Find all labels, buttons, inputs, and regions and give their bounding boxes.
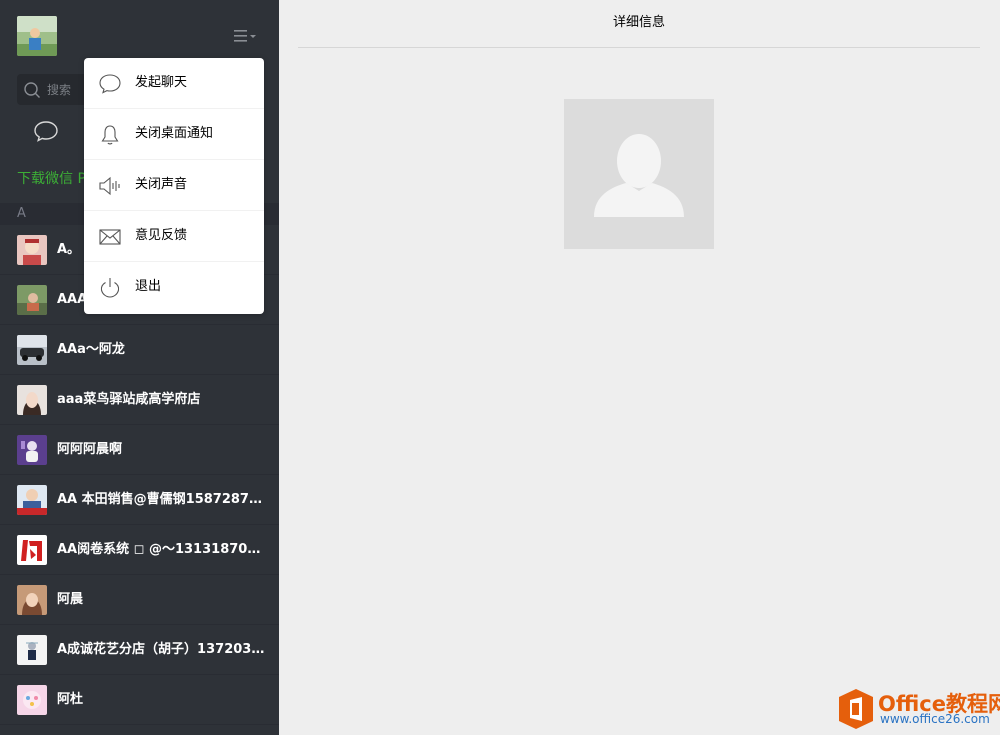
contact-avatar [17, 685, 47, 715]
watermark-url: www.office26.com [880, 712, 990, 726]
contact-avatar [17, 535, 47, 565]
menu-item-label: 发起聊天 [135, 75, 188, 90]
menu-item-label: 意见反馈 [135, 228, 188, 243]
contact-item[interactable]: 阿杜 [0, 675, 279, 725]
contact-item[interactable]: AA 本田销售@曹儒钢15872871122 [0, 475, 279, 525]
user-silhouette-icon [594, 134, 684, 217]
my-avatar[interactable] [17, 16, 57, 56]
contact-name: aaa菜鸟驿站咸高学府店 [57, 392, 201, 407]
contact-avatar [17, 435, 47, 465]
contact-name: A成诚花艺分店（胡子）1372033... [57, 642, 267, 657]
speaker-icon [99, 176, 120, 196]
contact-name: 阿阿阿晨啊 [57, 442, 123, 457]
contact-avatar [17, 285, 47, 315]
contact-name: AA阅卷系统 ◻ @～13131870885 [57, 542, 267, 557]
power-icon [100, 278, 120, 298]
contact-avatar [17, 235, 47, 265]
tab-chat[interactable] [33, 119, 59, 143]
menu-item-mute-sound[interactable]: 关闭声音 [84, 160, 264, 211]
menu-item-label: 关闭桌面通知 [135, 126, 214, 141]
contact-avatar [17, 635, 47, 665]
contact-avatar [17, 485, 47, 515]
chat-icon [34, 121, 58, 142]
menu-item-label: 关闭声音 [135, 177, 188, 192]
contact-item[interactable]: 阿阿阿晨啊 [0, 425, 279, 475]
contact-avatar [17, 385, 47, 415]
profile-placeholder [564, 99, 714, 249]
contact-item[interactable]: AAa～阿龙 [0, 325, 279, 375]
menu-icon [234, 30, 256, 42]
menu-item-logout[interactable]: 退出 [84, 262, 264, 313]
watermark: Office教程网 www.office26.com [834, 684, 1000, 735]
download-wechat-link[interactable]: 下载微信 P [17, 168, 86, 188]
contact-item[interactable]: aaa菜鸟驿站咸高学府店 [0, 375, 279, 425]
menu-item-desktop-notify[interactable]: 关闭桌面通知 [84, 109, 264, 160]
bell-icon [101, 125, 119, 145]
office-logo-icon [839, 689, 873, 729]
menu-toggle-button[interactable] [230, 27, 258, 45]
page-title: 详细信息 [298, 0, 980, 48]
menu-item-feedback[interactable]: 意见反馈 [84, 211, 264, 262]
contact-item[interactable]: AA阅卷系统 ◻ @～13131870885 [0, 525, 279, 575]
contact-name: 阿杜 [57, 692, 84, 707]
envelope-icon [99, 229, 121, 245]
chat-bubble-icon [99, 74, 121, 94]
contact-item[interactable]: A成诚花艺分店（胡子）1372033... [0, 625, 279, 675]
menu-item-label: 退出 [135, 279, 162, 294]
contact-name: AAa～阿龙 [57, 342, 125, 357]
contact-name: AA 本田销售@曹儒钢15872871122 [57, 492, 267, 507]
contact-avatar [17, 335, 47, 365]
menu-item-start-chat[interactable]: 发起聊天 [84, 58, 264, 109]
contact-avatar [17, 585, 47, 615]
contact-name: 阿晨 [57, 592, 84, 607]
search-icon [24, 82, 40, 98]
main-menu-dropdown: 发起聊天 关闭桌面通知 关闭声音 意见反馈 退出 [84, 58, 264, 314]
contact-item[interactable]: 阿晨 [0, 575, 279, 625]
